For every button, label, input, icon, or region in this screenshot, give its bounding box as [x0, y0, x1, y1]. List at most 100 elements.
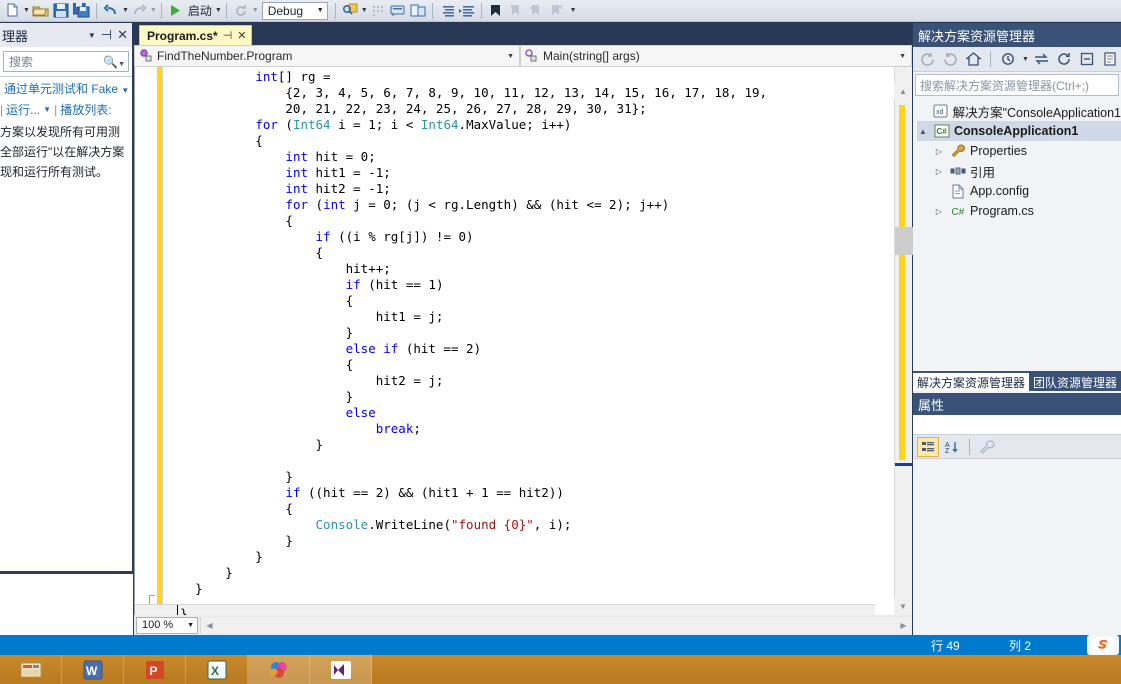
- test-explorer-search-input[interactable]: 搜索 🔍▼: [3, 51, 129, 72]
- pending-changes-icon[interactable]: [998, 49, 1018, 69]
- properties-object-combo[interactable]: [913, 415, 1121, 435]
- tree-node-consoleapplication1[interactable]: ▲ C# ConsoleApplication1: [917, 121, 1121, 141]
- svg-text:C#: C#: [936, 127, 947, 136]
- taskbar-item-visual-studio[interactable]: [310, 655, 372, 684]
- solution-explorer-search-input[interactable]: 搜索解决方案资源管理器(Ctrl+;): [915, 74, 1119, 96]
- run-tests-button[interactable]: 运行...: [6, 101, 40, 118]
- test-search-placeholder: 搜索: [9, 55, 34, 69]
- scrollbar-caret-mark: [895, 463, 913, 466]
- search-icon[interactable]: 🔍▼: [103, 55, 125, 69]
- start-dropdown-icon[interactable]: ▼: [215, 7, 222, 14]
- code-line: Console.WriteLine("found {0}", i);: [165, 517, 767, 533]
- solution-tree[interactable]: xd 解决方案"ConsoleApplication1 ▲ C# ConsoleAppl…: [913, 98, 1121, 221]
- tab-team-explorer[interactable]: 团队资源管理器: [1029, 371, 1121, 391]
- tree-node-consoleapplication1[interactable]: xd 解决方案"ConsoleApplication1: [917, 101, 1121, 121]
- scrollbar-thumb[interactable]: [895, 227, 913, 255]
- nav-clear-icon[interactable]: [546, 1, 566, 21]
- code-editor-surface[interactable]: int[] rg = {2, 3, 4, 5, 6, 7, 8, 9, 10, …: [134, 67, 912, 635]
- indent-icon[interactable]: [437, 1, 457, 21]
- tree-node-app-config[interactable]: App.config: [917, 181, 1121, 201]
- forward-icon[interactable]: [940, 49, 960, 69]
- ime-logo-icon[interactable]: [1087, 635, 1119, 655]
- playlist-button[interactable]: 播放列表:: [60, 101, 111, 118]
- scroll-down-button[interactable]: ▼: [894, 598, 912, 615]
- find-dropdown-icon[interactable]: ▼: [361, 7, 368, 14]
- zoom-level-combo[interactable]: 100 % ▼: [136, 616, 198, 634]
- back-icon[interactable]: [917, 49, 937, 69]
- home-icon[interactable]: [963, 49, 983, 69]
- collapse-arrow-icon[interactable]: ▲: [917, 127, 929, 136]
- code-token: }: [165, 565, 233, 580]
- solution-config-combo[interactable]: Debug ▼: [261, 1, 328, 20]
- undo-icon[interactable]: [101, 1, 121, 21]
- taskbar-item-powerpoint[interactable]: P: [124, 655, 186, 684]
- outdent-icon[interactable]: [457, 1, 477, 21]
- sync-icon[interactable]: [1032, 49, 1052, 69]
- close-icon[interactable]: ✕: [237, 29, 246, 42]
- bookmark-icon[interactable]: [486, 1, 506, 21]
- references-icon: [949, 165, 966, 177]
- categorized-icon[interactable]: [917, 436, 939, 457]
- scroll-right-button[interactable]: ▶: [895, 617, 912, 634]
- toolbar-separator-6: [480, 2, 482, 19]
- member-navigation-dropdown[interactable]: Main(string[] args) ▼: [520, 45, 912, 67]
- start-debug-icon[interactable]: [166, 1, 186, 21]
- save-all-icon[interactable]: [71, 1, 92, 21]
- properties-wrench-icon[interactable]: [976, 437, 998, 457]
- overflow-icon[interactable]: ▼: [570, 7, 577, 14]
- tab-program-cs[interactable]: Program.cs* ⊣ ✕: [139, 25, 252, 45]
- vertical-scrollbar[interactable]: [894, 67, 913, 635]
- close-icon[interactable]: ✕: [117, 27, 128, 43]
- csharp-project-icon: C#: [933, 124, 950, 138]
- colorwheel-icon: [268, 659, 290, 681]
- taskbar-item-media-app[interactable]: [248, 655, 310, 684]
- new-file-dropdown-icon[interactable]: ▼: [23, 7, 30, 14]
- svg-text:X: X: [211, 664, 219, 678]
- source-code-text[interactable]: int[] rg = {2, 3, 4, 5, 6, 7, 8, 9, 10, …: [165, 69, 767, 597]
- redo-icon[interactable]: [129, 1, 149, 21]
- start-button-label[interactable]: 启动: [186, 2, 214, 19]
- save-icon[interactable]: [51, 1, 71, 21]
- nav-prev-icon[interactable]: [506, 1, 526, 21]
- expand-arrow-icon[interactable]: ▷: [933, 147, 945, 156]
- expand-arrow-icon[interactable]: ▷: [933, 167, 945, 176]
- horizontal-scrollbar[interactable]: ◀ ▶: [200, 616, 912, 634]
- uncomment-icon[interactable]: [408, 1, 428, 21]
- properties-icon[interactable]: [1101, 49, 1121, 69]
- pin-icon[interactable]: ⊣: [101, 27, 112, 43]
- chevron-down-icon[interactable]: ▼: [896, 53, 909, 60]
- properties-grid[interactable]: [913, 459, 1121, 649]
- collapse-all-icon[interactable]: [1078, 49, 1098, 69]
- new-file-icon[interactable]: [2, 1, 22, 21]
- tab-solution-explorer[interactable]: 解决方案资源管理器: [913, 371, 1029, 391]
- tree-node-[interactable]: ▷ 引用: [917, 161, 1121, 181]
- type-navigation-dropdown[interactable]: FindTheNumber.Program ▼: [134, 45, 520, 67]
- taskbar-item-excel[interactable]: X: [186, 655, 248, 684]
- link-dropdown-icon[interactable]: ▼: [121, 86, 129, 95]
- redo-dropdown-icon[interactable]: ▼: [150, 7, 157, 14]
- restart-dropdown-icon[interactable]: ▼: [252, 7, 259, 14]
- taskbar-item-word[interactable]: W: [62, 655, 124, 684]
- tree-node-properties[interactable]: ▷ Properties: [917, 141, 1121, 161]
- run-dropdown-icon[interactable]: ▼: [43, 105, 51, 114]
- snippet-icon[interactable]: [368, 1, 388, 21]
- pin-icon[interactable]: ⊣: [223, 29, 233, 42]
- tree-node-program-cs[interactable]: ▷ C# Program.cs: [917, 201, 1121, 221]
- restart-icon[interactable]: [231, 1, 251, 21]
- pending-changes-dropdown-icon[interactable]: ▼: [1022, 56, 1029, 63]
- scroll-up-button[interactable]: ▲: [894, 83, 912, 100]
- code-token: {2, 3, 4, 5, 6, 7, 8, 9, 10, 11, 12, 13,…: [165, 85, 768, 100]
- panel-dropdown-icon[interactable]: ▼: [88, 31, 96, 40]
- undo-dropdown-icon[interactable]: ▼: [122, 7, 129, 14]
- test-explorer-link[interactable]: 通过单元测试和 Fake ▼: [0, 77, 132, 99]
- find-icon[interactable]: [340, 1, 360, 21]
- refresh-icon[interactable]: [1055, 49, 1075, 69]
- comment-icon[interactable]: [388, 1, 408, 21]
- expand-arrow-icon[interactable]: ▷: [933, 207, 945, 216]
- open-folder-icon[interactable]: [30, 1, 51, 21]
- alphabetical-icon[interactable]: AZ: [941, 437, 963, 457]
- chevron-down-icon[interactable]: ▼: [504, 53, 517, 60]
- scroll-left-button[interactable]: ◀: [201, 617, 218, 634]
- nav-next-icon[interactable]: [526, 1, 546, 21]
- taskbar-item-file-explorer[interactable]: [0, 655, 62, 684]
